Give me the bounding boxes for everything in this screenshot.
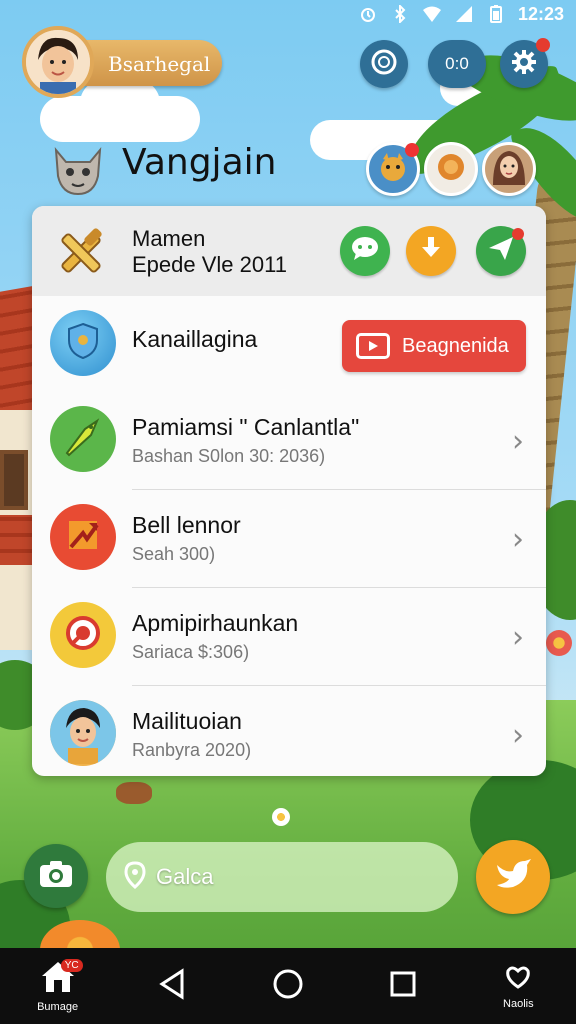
coin-icon (433, 149, 469, 190)
channel-label: Kanaillagina (132, 326, 258, 352)
help-button[interactable] (360, 40, 408, 88)
item-subtitle: Seah 300) (132, 544, 216, 564)
search-bar[interactable]: Galca (106, 842, 458, 912)
heart-icon (504, 963, 532, 996)
chevron-right-icon: › (512, 620, 524, 655)
gear-icon (510, 48, 538, 81)
item-avatar (50, 700, 116, 766)
nav-recents[interactable] (368, 951, 438, 1021)
shield-icon (66, 322, 100, 365)
chat-button[interactable] (340, 226, 390, 276)
list-item[interactable]: Bell lennor Seah 300) › (32, 490, 546, 588)
chevron-right-icon: › (512, 718, 524, 753)
square-icon (389, 970, 417, 1003)
alarm-icon (358, 5, 378, 23)
arrow-icon (61, 415, 105, 464)
send-icon (487, 234, 515, 268)
chevron-right-icon: › (512, 522, 524, 557)
person-icon (487, 145, 531, 194)
animal-icon (375, 149, 411, 190)
tree-stump (116, 782, 152, 804)
signal-icon (454, 5, 474, 23)
nav-home[interactable]: YC Bumage (23, 951, 93, 1021)
camera-icon (38, 859, 74, 894)
app-title: Vangjain (122, 142, 277, 183)
settings-button[interactable] (500, 38, 550, 88)
featured-subtitle: Epede Vle 2011 (132, 252, 287, 277)
status-bar: 12:23 (0, 0, 576, 28)
target-icon (61, 611, 105, 660)
subscribe-button[interactable]: Beagnenida (342, 320, 526, 372)
house-window (0, 450, 28, 510)
trending-icon (63, 515, 103, 560)
bluetooth-icon (390, 5, 410, 23)
channel-avatar (50, 310, 116, 376)
search-text: Galca (156, 864, 214, 889)
featured-row[interactable]: Mamen Epede Vle 2011 (32, 206, 546, 296)
channel-list: Pamiamsi " Canlantla" Bashan S0lon 30: 2… (32, 392, 546, 776)
item-title: Pamiamsi " Canlantla" (132, 414, 360, 440)
profile-label: Naolis (503, 997, 534, 1010)
list-item[interactable]: Apmipirhaunkan Sariaca $:306) › (32, 588, 546, 686)
item-subtitle: Sariaca $:306) (132, 642, 250, 662)
story-avatar[interactable] (482, 142, 536, 196)
profile-pill[interactable]: Bsarhegal (22, 26, 222, 98)
profile-name: Bsarhegal (108, 52, 211, 76)
avatar[interactable] (22, 26, 94, 98)
item-avatar (50, 602, 116, 668)
clock: 12:23 (517, 3, 564, 24)
item-title: Apmipirhaunkan (132, 610, 299, 636)
play-icon (356, 333, 390, 359)
story-avatar[interactable] (424, 142, 478, 196)
item-avatar (50, 406, 116, 472)
download-icon (419, 235, 443, 267)
tools-icon (54, 226, 108, 280)
download-button[interactable] (406, 226, 456, 276)
battery-icon (486, 5, 506, 23)
story-badge (405, 143, 419, 157)
subscribe-label: Beagnenida (402, 334, 509, 357)
featured-title: Mamen (132, 226, 206, 251)
main-card: Mamen Epede Vle 2011 Kanaillagina Beagne… (32, 206, 546, 776)
chat-icon (350, 235, 380, 267)
item-title: Bell lennor (132, 512, 241, 538)
item-subtitle: Bashan S0lon 30: 2036) (132, 446, 326, 466)
item-subtitle: Ranbyra 2020) (132, 740, 252, 760)
home-label: Bumage (37, 1000, 79, 1013)
list-item[interactable]: Mailituoian Ranbyra 2020) › (32, 686, 546, 776)
bird-icon (493, 857, 533, 898)
help-icon (369, 47, 399, 82)
circle-icon (272, 968, 304, 1005)
wifi-icon (422, 5, 442, 23)
chevron-right-icon: › (512, 424, 524, 459)
nav-back[interactable] (138, 951, 208, 1021)
back-icon (158, 967, 188, 1005)
flower (546, 630, 572, 656)
counter-toggle-button[interactable]: 0:0 (428, 40, 486, 88)
post-button[interactable] (476, 840, 550, 914)
send-button[interactable] (476, 226, 526, 276)
camera-button[interactable] (24, 844, 88, 908)
list-item[interactable]: Pamiamsi " Canlantla" Bashan S0lon 30: 2… (32, 392, 546, 490)
flower (272, 808, 290, 826)
item-avatar (50, 504, 116, 570)
counter-label: 0:0 (445, 54, 469, 73)
story-avatar[interactable] (366, 142, 420, 196)
location-pin-icon (124, 860, 146, 894)
app-logo (50, 142, 106, 198)
notification-dot (536, 38, 550, 52)
nav-home-circle[interactable] (253, 951, 323, 1021)
navigation-bar: YC Bumage Naolis (0, 948, 576, 1024)
nav-profile[interactable]: Naolis (483, 951, 553, 1021)
avatar-icon (50, 700, 116, 766)
home-badge: YC (60, 959, 83, 972)
channel-row[interactable]: Kanaillagina Beagnenida (32, 296, 546, 392)
item-title: Mailituoian (132, 708, 242, 734)
send-badge (512, 228, 524, 240)
